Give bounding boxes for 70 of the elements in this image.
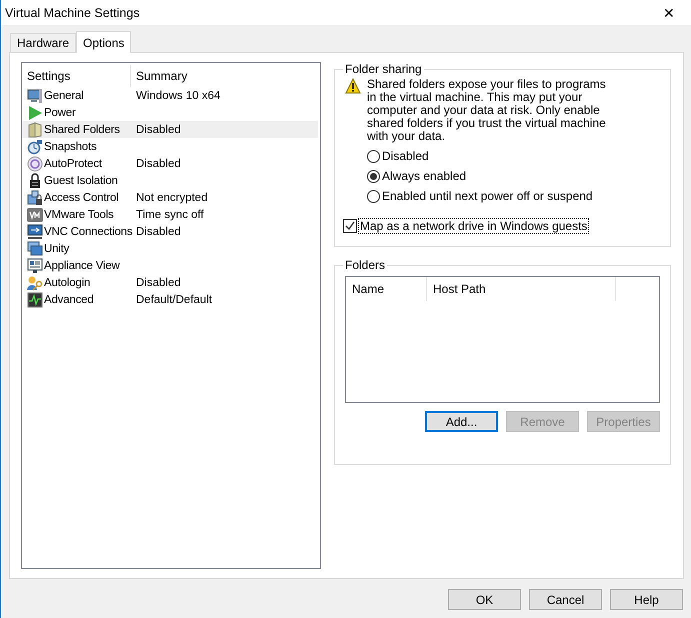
settings-item[interactable]: VNC Connections Disabled <box>22 223 318 240</box>
setting-name: Power <box>44 106 77 118</box>
settings-item[interactable]: Appliance View <box>22 257 318 274</box>
setting-icon <box>27 138 43 154</box>
setting-name: Shared Folders <box>44 124 121 136</box>
radio-button[interactable] <box>367 170 380 182</box>
setting-icon <box>27 224 43 240</box>
setting-icon <box>27 156 43 172</box>
setting-name: Appliance View <box>44 260 121 272</box>
setting-name: Guest Isolation <box>44 174 119 186</box>
tab[interactable]: Options <box>76 31 132 53</box>
setting-summary: Windows 10 x64 <box>136 90 220 102</box>
settings-item[interactable]: General Windows 10 x64 <box>22 87 318 104</box>
group-title: Folder sharing <box>344 62 423 76</box>
setting-summary: Disabled <box>136 158 181 170</box>
checkbox[interactable] <box>343 219 357 233</box>
setting-name: Snapshots <box>44 140 98 152</box>
dialog-button[interactable]: Cancel <box>529 589 602 610</box>
setting-summary: Default/Default <box>136 294 212 306</box>
radio-label[interactable]: Always enabled <box>382 169 466 183</box>
settings-item[interactable]: Guest Isolation <box>22 172 318 189</box>
settings-item[interactable]: Unity <box>22 240 318 257</box>
setting-summary: Disabled <box>136 226 181 238</box>
settings-item[interactable]: Access Control Not encrypted <box>22 189 318 206</box>
warning-icon <box>345 78 361 94</box>
group-title: Folders <box>344 258 386 272</box>
column-header[interactable]: Summary <box>131 65 188 87</box>
settings-item[interactable]: Power <box>22 104 318 121</box>
setting-icon <box>27 292 43 308</box>
checkbox-label[interactable]: Map as a network drive in Windows guests <box>358 218 590 234</box>
settings-item[interactable]: Advanced Default/Default <box>22 291 318 308</box>
folder-button[interactable]: Add... <box>425 411 498 432</box>
column-header[interactable]: Settings <box>22 65 131 87</box>
setting-icon <box>27 122 43 138</box>
setting-icon <box>27 190 43 206</box>
window-title: Virtual Machine Settings <box>5 6 140 20</box>
setting-name: Unity <box>44 242 70 254</box>
setting-name: General <box>44 90 85 102</box>
radio-button[interactable] <box>367 150 380 162</box>
radio-label[interactable]: Disabled <box>382 149 429 163</box>
setting-summary: Disabled <box>136 124 181 136</box>
warning-text: Shared folders expose your files to programs in the virtual machine. This may put your computer and your data at risk. Only enable shared folders if you trust the virtual machine with your data. <box>367 78 607 143</box>
setting-icon <box>27 258 43 274</box>
setting-name: AutoProtect <box>44 158 103 170</box>
settings-item[interactable]: VMware Tools Time sync off <box>22 206 318 223</box>
setting-icon <box>27 206 43 222</box>
dialog-button[interactable]: Help <box>610 589 683 610</box>
setting-summary: Not encrypted <box>136 192 208 204</box>
radio-label[interactable]: Enabled until next power off or suspend <box>382 189 593 203</box>
setting-summary: Disabled <box>136 276 181 288</box>
setting-icon <box>27 172 43 188</box>
settings-item[interactable]: Shared Folders Disabled <box>22 121 318 138</box>
setting-name: Autologin <box>44 276 92 288</box>
close-button[interactable]: ✕ <box>647 0 691 25</box>
setting-icon <box>27 240 43 256</box>
settings-item[interactable]: Snapshots <box>22 138 318 155</box>
setting-name: Advanced <box>44 294 95 306</box>
settings-item[interactable]: AutoProtect Disabled <box>22 155 318 172</box>
setting-name: VNC Connections <box>44 226 134 238</box>
dialog-button[interactable]: OK <box>448 589 521 610</box>
column-header[interactable]: Host Path <box>427 277 616 301</box>
settings-item[interactable]: Autologin Disabled <box>22 274 318 291</box>
radio-button[interactable] <box>367 190 380 202</box>
column-header[interactable]: Name <box>346 277 427 301</box>
setting-icon <box>27 88 43 104</box>
setting-name: Access Control <box>44 192 120 204</box>
setting-name: VMware Tools <box>44 208 115 220</box>
setting-icon <box>27 274 43 290</box>
tab[interactable]: Hardware <box>10 33 76 52</box>
setting-summary: Time sync off <box>136 208 204 220</box>
